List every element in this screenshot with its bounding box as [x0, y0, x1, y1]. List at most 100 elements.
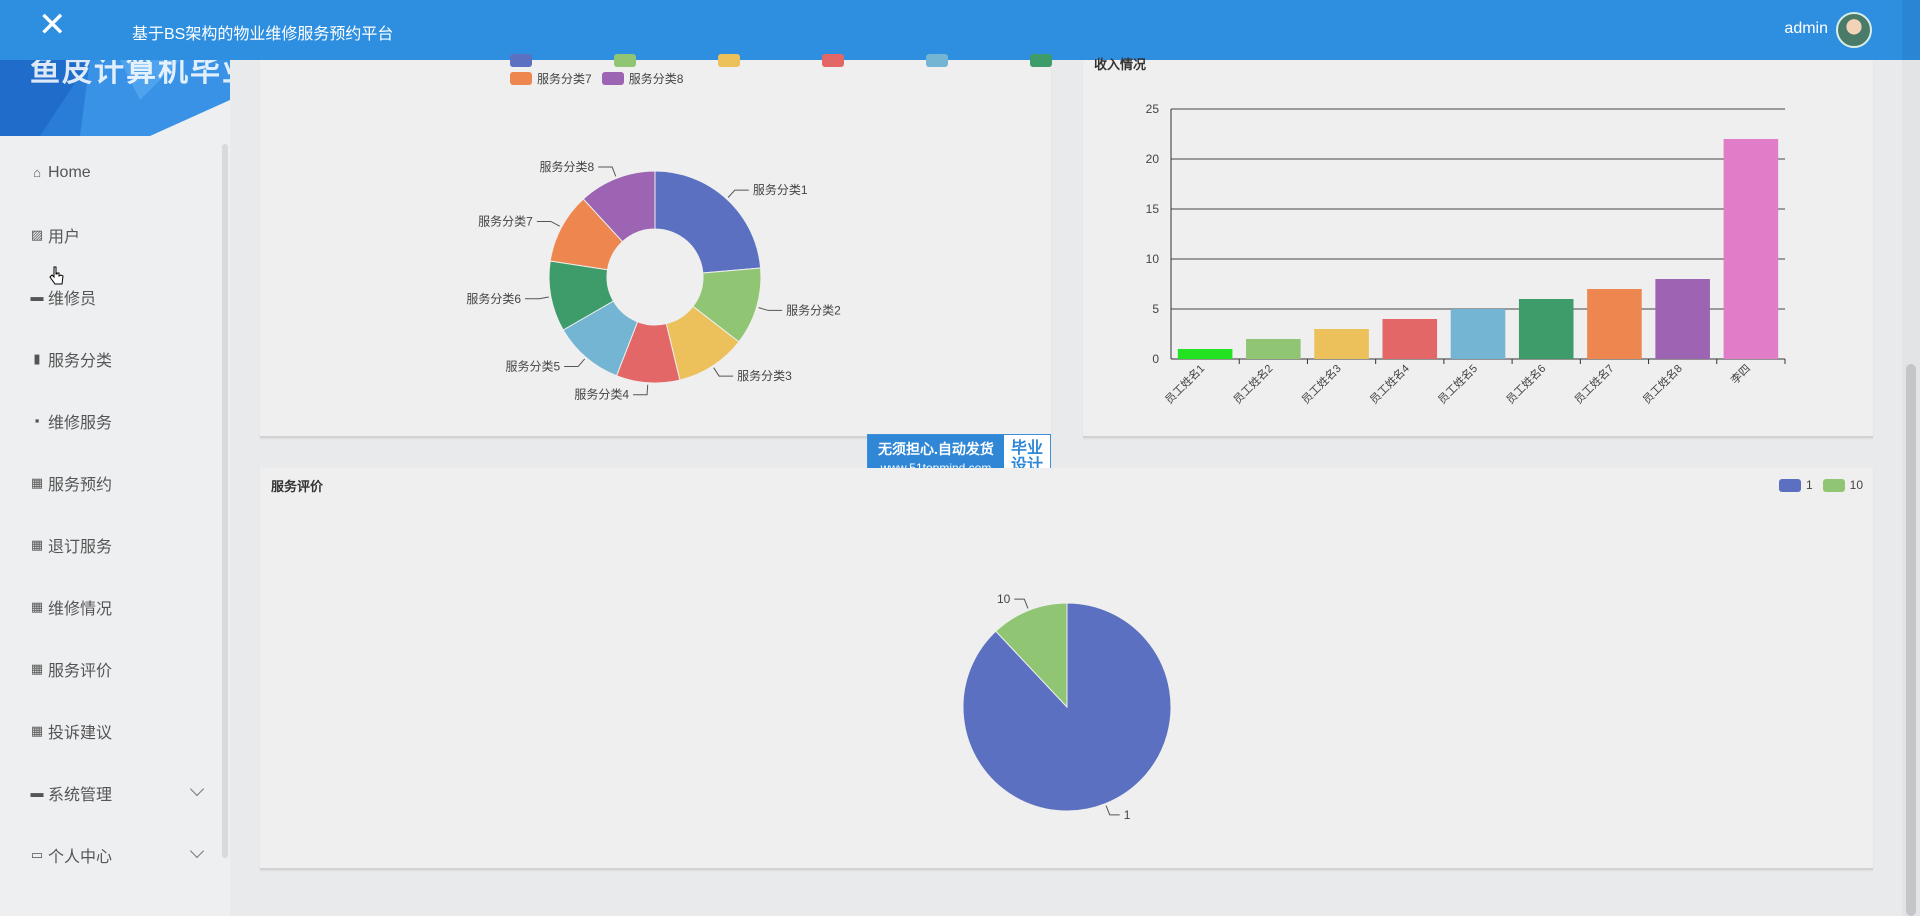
pie-label-line — [525, 296, 549, 300]
sidebar-item-repair-status[interactable]: ▦ 维修情况 — [0, 576, 222, 638]
pie-label-line — [1105, 805, 1120, 816]
sidebar-item-users[interactable]: ▨ 用户 — [0, 204, 222, 266]
pie-label: 服务分类2 — [786, 302, 841, 317]
donut-chart: 服务分类1 服务分类2 服务分类3 服务分类4 服务分类5 服务分类6 服务分类7 服务分类8 — [466, 159, 841, 402]
bar[interactable] — [1450, 309, 1506, 359]
card-icon: ▭ — [30, 847, 44, 862]
sidebar-item-label: Home — [48, 164, 91, 181]
pie-label: 服务分类3 — [737, 368, 792, 383]
sidebar-item-service-review[interactable]: ▦ 服务评价 — [0, 638, 222, 700]
sidebar-item-repairmen[interactable]: ▬ 维修员 — [0, 266, 222, 328]
bar[interactable] — [1655, 279, 1710, 359]
bar[interactable] — [1177, 349, 1233, 359]
chart-icon: ▨ — [30, 227, 44, 242]
sidebar-item-cancel-service[interactable]: ▦ 退订服务 — [0, 514, 222, 576]
pie-label: 服务分类1 — [753, 182, 808, 197]
home-icon: ⌂ — [33, 165, 41, 180]
mouse-cursor-icon — [49, 266, 64, 285]
briefcase-icon: ▬ — [30, 289, 44, 304]
sidebar-item-label: 系统管理 — [48, 787, 113, 804]
pie-label-line — [727, 189, 749, 198]
x-tick-label: 员工姓名7 — [1571, 361, 1616, 406]
y-tick-label: 0 — [1152, 352, 1159, 366]
sidebar-item-label: 服务评价 — [48, 663, 113, 680]
app-title: 基于BS架构的物业维修服务预约平台 — [132, 26, 394, 43]
promo-line-1: 无须担心.自动发货 — [878, 440, 994, 457]
x-tick-label: 员工姓名4 — [1367, 361, 1412, 406]
sidebar-item-home[interactable]: ⌂ Home — [0, 142, 222, 204]
sidebar-item-service-booking[interactable]: ▦ 服务预约 — [0, 452, 222, 514]
header-scroll-track — [1902, 0, 1920, 60]
grid-icon: ▦ — [30, 661, 44, 676]
x-tick-label: 员工姓名5 — [1435, 361, 1480, 406]
pie-label-line — [633, 384, 649, 396]
top-header: ✕ 基于BS架构的物业维修服务预约平台 admin — [0, 0, 1920, 60]
y-tick-label: 5 — [1152, 302, 1159, 316]
x-tick-label: 员工姓名1 — [1162, 361, 1207, 406]
pie-label-line — [564, 358, 586, 368]
sidebar-item-service-category[interactable]: ▮ 服务分类 — [0, 328, 222, 390]
bar[interactable] — [1518, 299, 1574, 359]
bar-chart-icon: ▮ — [33, 351, 41, 366]
close-icon[interactable]: ✕ — [38, 8, 68, 42]
pie-label: 1 — [1124, 808, 1131, 822]
pie-label-line — [598, 166, 617, 177]
bar-chart: 0 5 10 15 20 25 员工姓名1 员工姓名2 员工姓名3 员工姓名4 员工姓名5 员工姓名6… — [1146, 102, 1786, 407]
bar[interactable] — [1246, 339, 1301, 359]
sidebar: 鱼皮计算机毕业设计 ⌂ Home ▨ 用户 ▬ 维修员 ▮ 服务分类 ▪ 维修服务 ▦ 服务… — [0, 60, 230, 916]
grid-icon: ▦ — [30, 537, 44, 552]
y-tick-label: 15 — [1146, 202, 1160, 216]
review-pie-chart: 1 10 — [962, 592, 1172, 822]
bar[interactable] — [1382, 319, 1438, 359]
user-name[interactable]: admin — [1784, 20, 1828, 38]
sidebar-menu: ⌂ Home ▨ 用户 ▬ 维修员 ▮ 服务分类 ▪ 维修服务 ▦ 服务预约 ▦ 退订服务 ▦… — [0, 142, 222, 886]
main-scrollbar-thumb[interactable] — [1906, 364, 1916, 916]
sidebar-item-complaints[interactable]: ▦ 投诉建议 — [0, 700, 222, 762]
drive-icon: ▬ — [30, 785, 44, 800]
sidebar-item-label: 用户 — [48, 229, 81, 246]
pie-label: 服务分类5 — [505, 359, 560, 374]
pie-label-line — [758, 307, 783, 311]
grid-icon: ▦ — [30, 723, 44, 738]
sidebar-scrollbar[interactable] — [222, 144, 228, 858]
pie-label-line — [536, 220, 560, 227]
grid-icon: ▦ — [30, 475, 44, 490]
pie-label-line — [1014, 598, 1029, 609]
chat-icon: ▪ — [34, 413, 40, 428]
pie-label: 10 — [997, 592, 1011, 606]
grid-icon: ▦ — [30, 599, 44, 614]
chevron-down-icon — [189, 781, 205, 797]
pie-label: 服务分类4 — [574, 387, 629, 402]
x-tick-label: 员工姓名6 — [1503, 361, 1548, 406]
income-card: 收入情况 0 5 10 15 20 25 员工姓名1 员工姓名2 员工姓名3 员工姓名4 员工姓名5… — [1083, 57, 1873, 438]
sidebar-item-profile[interactable]: ▭ 个人中心 — [0, 824, 222, 886]
sidebar-item-repair-service[interactable]: ▪ 维修服务 — [0, 390, 222, 452]
pie-label: 服务分类8 — [539, 159, 594, 174]
sidebar-item-label: 退订服务 — [48, 539, 113, 556]
sidebar-item-system-admin[interactable]: ▬ 系统管理 — [0, 762, 222, 824]
sidebar-logo-area: 鱼皮计算机毕业设计 — [0, 60, 230, 136]
x-tick-label: 员工姓名2 — [1230, 361, 1275, 406]
service-review-card: 服务评价 1 10 1 10 — [260, 468, 1873, 870]
bar[interactable] — [1723, 139, 1779, 359]
x-tick-label: 员工姓名8 — [1639, 361, 1684, 406]
chevron-down-icon — [189, 843, 205, 859]
sidebar-item-label: 服务分类 — [48, 353, 113, 370]
x-tick-label: 李四 — [1728, 361, 1753, 386]
sidebar-item-label: 个人中心 — [48, 849, 113, 866]
bar[interactable] — [1587, 289, 1642, 359]
pie-label: 服务分类7 — [478, 213, 533, 228]
main-scrollbar[interactable] — [1902, 60, 1920, 916]
bar[interactable] — [1314, 329, 1369, 359]
y-tick-label: 20 — [1146, 152, 1160, 166]
pie-label-line — [713, 367, 734, 377]
pie-slice[interactable] — [654, 170, 762, 274]
sidebar-item-label: 维修情况 — [48, 601, 113, 618]
y-tick-label: 10 — [1146, 252, 1160, 266]
sidebar-item-label: 维修员 — [48, 291, 97, 308]
sidebar-item-label: 投诉建议 — [48, 725, 113, 742]
user-avatar[interactable] — [1836, 12, 1872, 48]
sidebar-item-label: 服务预约 — [48, 477, 113, 494]
service-category-card: 服务分类7 服务分类8 服务分类1 服务分类2 服务分类3 服务分类4 服务分类5 服务分… — [260, 54, 1052, 438]
sidebar-item-label: 维修服务 — [48, 415, 113, 432]
